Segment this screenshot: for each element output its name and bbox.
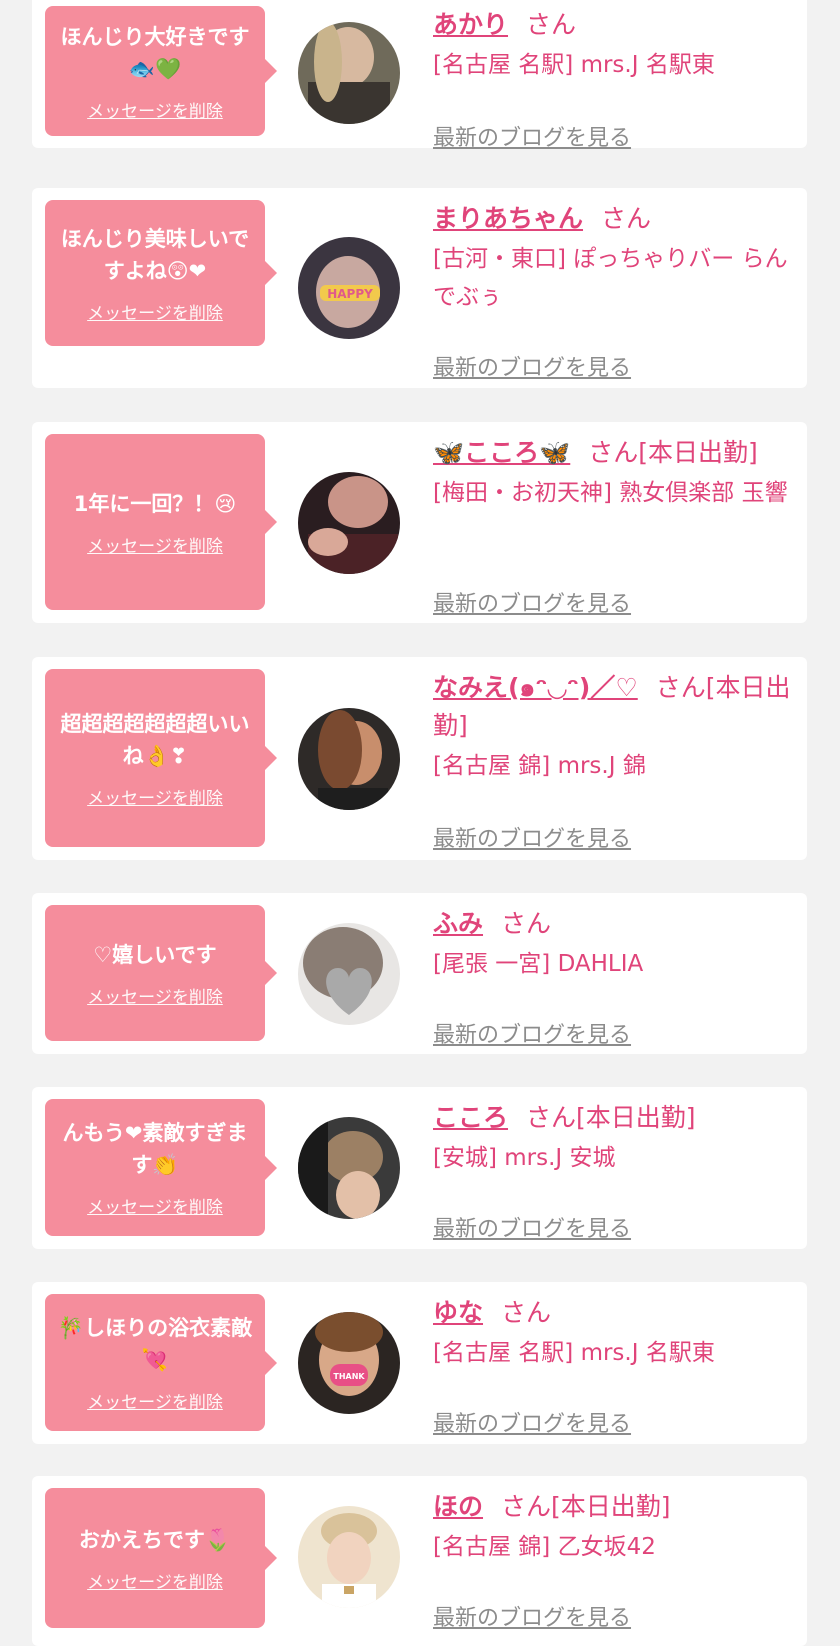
- message-text: ♡嬉しいです: [93, 942, 217, 967]
- user-name-link[interactable]: ふみ: [433, 909, 483, 938]
- avatar[interactable]: [298, 923, 400, 1025]
- shop-info: [尾張 一宮] DAHLIA: [433, 951, 644, 977]
- blog-link[interactable]: 最新のブログを見る: [433, 350, 631, 382]
- message-bubble: 超超超超超超超いいね👌❣ メッセージを削除: [45, 669, 277, 847]
- blog-link[interactable]: 最新のブログを見る: [433, 1017, 631, 1049]
- message-text: 🎋しほりの浴衣素敵💘: [57, 1316, 253, 1372]
- entry-info: ふみ さん [尾張 一宮] DAHLIA 最新のブログを見る: [433, 905, 791, 1048]
- message-bubble: 1年に一回？！😢 メッセージを削除: [45, 434, 277, 610]
- name-suffix: さん: [601, 204, 652, 233]
- user-name-link[interactable]: ゆな: [433, 1298, 483, 1327]
- message-bubble: おかえちです🌷 メッセージを削除: [45, 1488, 277, 1628]
- list-item: 🎋しほりの浴衣素敵💘 メッセージを削除 THANK ゆな さん [名古屋 名駅] …: [32, 1282, 807, 1444]
- shop-info: [名古屋 錦] 乙女坂42: [433, 1534, 656, 1560]
- user-name-link[interactable]: まりあちゃん: [433, 204, 583, 233]
- avatar[interactable]: THANK: [298, 1312, 400, 1414]
- name-suffix: さん[本日出勤]: [526, 1103, 696, 1132]
- entry-info: あかり さん [名古屋 名駅] mrs.J 名駅東 最新のブログを見る: [433, 6, 791, 151]
- shop-info: [梅田・お初天神] 熟女倶楽部 玉響: [433, 480, 788, 506]
- entry-info: ほの さん[本日出勤] [名古屋 錦] 乙女坂42 最新のブログを見る: [433, 1488, 791, 1631]
- user-name-link[interactable]: 🦋こころ🦋: [433, 438, 570, 467]
- message-bubble: んもう❤素敵すぎます👏 メッセージを削除: [45, 1099, 277, 1236]
- blog-link[interactable]: 最新のブログを見る: [433, 1406, 631, 1438]
- delete-message-button[interactable]: メッセージを削除: [87, 983, 223, 1008]
- message-bubble: ほんじり大好きです🐟💚 メッセージを削除: [45, 6, 277, 136]
- list-item: おかえちです🌷 メッセージを削除 ほの さん[本日出勤] [名古屋 錦] 乙女坂4…: [32, 1476, 807, 1646]
- user-name-link[interactable]: あかり: [433, 10, 508, 39]
- entry-info: こころ さん[本日出勤] [安城] mrs.J 安城 最新のブログを見る: [433, 1099, 791, 1242]
- name-suffix: さん: [501, 909, 552, 938]
- name-suffix: さん[本日出勤]: [588, 438, 758, 467]
- blog-link[interactable]: 最新のブログを見る: [433, 586, 631, 618]
- list-item: ほんじり美味しいですよね😲❤ メッセージを削除 HAPPY まりあちゃん さん […: [32, 188, 807, 388]
- shop-info: [古河・東口] ぽっちゃりバー らんでぶぅ: [433, 246, 788, 310]
- list-item: 超超超超超超超いいね👌❣ メッセージを削除 なみえ(๑ᵔ◡ᵔ)／♡ さん[本日出勤…: [32, 657, 807, 860]
- entry-info: なみえ(๑ᵔ◡ᵔ)／♡ さん[本日出勤] [名古屋 錦] mrs.J 錦 最新のブ…: [433, 669, 791, 852]
- message-text: んもう❤素敵すぎます👏: [62, 1121, 248, 1177]
- list-item: んもう❤素敵すぎます👏 メッセージを削除 こころ さん[本日出勤] [安城] mr…: [32, 1087, 807, 1249]
- avatar[interactable]: [298, 708, 400, 810]
- user-name-link[interactable]: こころ: [433, 1103, 508, 1132]
- delete-message-button[interactable]: メッセージを削除: [87, 532, 223, 557]
- message-text: ほんじり大好きです🐟💚: [60, 24, 250, 81]
- message-text: 超超超超超超超いいね👌❣: [60, 711, 250, 768]
- shop-info: [名古屋 名駅] mrs.J 名駅東: [433, 52, 715, 78]
- name-suffix: さん: [501, 1298, 552, 1327]
- message-bubble: ♡嬉しいです メッセージを削除: [45, 905, 277, 1041]
- name-suffix: さん: [526, 10, 577, 39]
- list-item: ♡嬉しいです メッセージを削除 ふみ さん [尾張 一宮] DAHLIA 最新のブ…: [32, 893, 807, 1054]
- svg-text:THANK: THANK: [333, 1372, 365, 1381]
- delete-message-button[interactable]: メッセージを削除: [87, 97, 223, 122]
- user-name-link[interactable]: なみえ(๑ᵔ◡ᵔ)／♡: [433, 673, 638, 702]
- delete-message-button[interactable]: メッセージを削除: [87, 1193, 223, 1218]
- blog-link[interactable]: 最新のブログを見る: [433, 120, 631, 152]
- avatar[interactable]: [298, 22, 400, 124]
- delete-message-button[interactable]: メッセージを削除: [87, 1388, 223, 1413]
- delete-message-button[interactable]: メッセージを削除: [87, 1568, 223, 1593]
- avatar[interactable]: [298, 472, 400, 574]
- message-text: おかえちです🌷: [78, 1527, 232, 1552]
- message-text: ほんじり美味しいですよね😲❤: [60, 226, 250, 283]
- message-bubble: ほんじり美味しいですよね😲❤ メッセージを削除: [45, 200, 277, 346]
- name-suffix: さん[本日出勤]: [501, 1492, 671, 1521]
- svg-text:HAPPY: HAPPY: [327, 287, 373, 301]
- user-name-link[interactable]: ほの: [433, 1492, 483, 1521]
- blog-link[interactable]: 最新のブログを見る: [433, 1211, 631, 1243]
- message-text: 1年に一回？！😢: [73, 491, 237, 516]
- blog-link[interactable]: 最新のブログを見る: [433, 821, 631, 853]
- shop-info: [名古屋 名駅] mrs.J 名駅東: [433, 1340, 715, 1366]
- message-bubble: 🎋しほりの浴衣素敵💘 メッセージを削除: [45, 1294, 277, 1431]
- delete-message-button[interactable]: メッセージを削除: [87, 784, 223, 809]
- entry-info: 🦋こころ🦋 さん[本日出勤] [梅田・お初天神] 熟女倶楽部 玉響 最新のブログを…: [433, 434, 791, 617]
- avatar[interactable]: [298, 1117, 400, 1219]
- shop-info: [名古屋 錦] mrs.J 錦: [433, 753, 646, 779]
- delete-message-button[interactable]: メッセージを削除: [87, 299, 223, 324]
- avatar[interactable]: [298, 1506, 400, 1608]
- entry-info: まりあちゃん さん [古河・東口] ぽっちゃりバー らんでぶぅ 最新のブログを見る: [433, 200, 791, 381]
- blog-link[interactable]: 最新のブログを見る: [433, 1600, 631, 1632]
- avatar[interactable]: HAPPY: [298, 237, 400, 339]
- entry-info: ゆな さん [名古屋 名駅] mrs.J 名駅東 最新のブログを見る: [433, 1294, 791, 1437]
- list-item: 1年に一回？！😢 メッセージを削除 🦋こころ🦋 さん[本日出勤] [梅田・お初天神…: [32, 422, 807, 623]
- shop-info: [安城] mrs.J 安城: [433, 1145, 616, 1171]
- list-item: ほんじり大好きです🐟💚 メッセージを削除 あかり さん [名古屋 名駅] mrs.…: [32, 0, 807, 151]
